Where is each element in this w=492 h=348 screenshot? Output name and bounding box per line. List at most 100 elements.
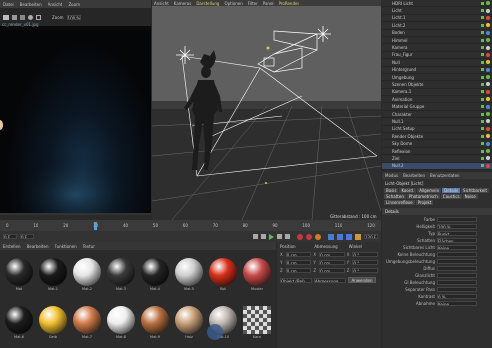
key-param-icon[interactable] [355,233,361,240]
object-tag-icon[interactable] [486,45,490,50]
coord-angle-field[interactable]: 0 ° [352,259,378,265]
object-row[interactable]: Licht.1 [382,15,492,23]
visibility-check-icon[interactable] [481,82,484,86]
viewport-perspective[interactable]: Ansicht Kameras Darstellung Optionen Fil… [152,0,381,220]
material-swatch[interactable]: Muster [240,256,274,296]
object-row[interactable]: Licht.2 [382,22,492,30]
material-swatch[interactable]: Mat.1 [36,256,70,296]
viewport-menu-item[interactable]: Optionen [224,1,242,6]
visibility-check-icon[interactable] [481,97,484,101]
attr-field-value[interactable] [437,217,477,222]
frame-start-field[interactable]: 0 F [3,234,17,239]
object-tag-icon[interactable] [486,8,490,13]
object-tag-icon[interactable] [486,60,490,65]
viewport-menu-item[interactable]: Ansicht [154,1,169,6]
compare-icon[interactable] [28,14,33,20]
attr-menu-item[interactable]: Modus [385,173,398,178]
visibility-check-icon[interactable] [481,164,484,168]
visibility-check-icon[interactable] [481,105,484,109]
attr-tab[interactable]: Caustics [440,194,462,199]
attr-field-value[interactable]: 100 % [437,224,477,229]
attr-field-value[interactable]: Flächen [437,238,477,243]
material-swatch[interactable]: Gelb [36,304,70,344]
visibility-check-icon[interactable] [481,60,484,64]
object-row[interactable]: Szenen Objekte [382,81,492,89]
zoom-field[interactable]: 100 % [66,14,81,20]
visibility-check-icon[interactable] [481,119,484,123]
visibility-check-icon[interactable] [481,134,484,138]
material-swatch[interactable]: Rot [206,256,240,296]
visibility-check-icon[interactable] [481,112,484,116]
object-tag-icon[interactable] [486,163,490,168]
attr-tab[interactable]: Details [442,188,461,193]
object-row[interactable]: Kamera [382,44,492,52]
attr-field-value[interactable] [437,280,477,285]
object-tag-icon[interactable] [486,89,490,94]
attr-field-value[interactable] [437,252,477,257]
object-row[interactable]: Ziel [382,155,492,163]
object-tag-icon[interactable] [486,1,490,6]
object-tag-icon[interactable] [486,141,490,146]
object-tag-icon[interactable] [486,97,490,102]
attr-menu-item[interactable]: Bearbeiten [403,173,425,178]
object-row[interactable]: Kamera.1 [382,89,492,97]
material-swatch[interactable]: Mat.5 [172,256,206,296]
material-swatch[interactable]: Mat.6 [2,304,36,344]
object-tag-icon[interactable] [486,38,490,43]
visibility-check-icon[interactable] [481,156,484,160]
go-end-icon[interactable] [285,234,290,239]
attr-tab[interactable]: Linsenreflexe [384,200,415,205]
material-menu-item[interactable]: Textur [83,244,95,249]
coord-size-field[interactable]: 0 cm [319,267,345,273]
frame-end-field[interactable]: 120 F [364,234,378,239]
viewport-menu-item[interactable]: Darstellung [196,1,219,6]
material-swatch[interactable]: Mat.9 [138,304,172,344]
object-row[interactable]: Boden [382,30,492,37]
current-frame-field[interactable]: 0 F [20,234,34,239]
material-swatch[interactable]: Karo [240,304,274,344]
attr-tab[interactable]: Koord. [399,188,417,193]
visibility-check-icon[interactable] [481,127,484,131]
attr-field-value[interactable]: Keine [437,245,477,250]
key-position-icon[interactable] [328,233,334,240]
save-icon[interactable] [20,14,25,20]
viewport-menu-item[interactable]: ProRender [279,1,300,6]
key-scale-icon[interactable] [337,233,343,240]
play-icon[interactable] [269,233,274,240]
attr-field-value[interactable] [437,287,477,292]
visibility-check-icon[interactable] [481,38,484,42]
object-tag-icon[interactable] [486,52,490,57]
object-row[interactable]: Himmel [382,37,492,45]
object-row[interactable]: Sky Dome [382,140,492,148]
object-row[interactable]: Licht [382,7,492,15]
viewport-menu-item[interactable]: Filter [248,1,258,6]
record-icon[interactable] [297,233,303,240]
menu-item[interactable]: Ansicht [48,2,63,7]
object-tag-icon[interactable] [486,119,490,124]
object-row[interactable]: Animation [382,96,492,104]
coord-size-field[interactable]: 0 cm [319,259,345,265]
visibility-check-icon[interactable] [481,53,484,57]
prev-frame-icon[interactable] [261,234,266,239]
visibility-check-icon[interactable] [481,149,484,153]
object-tag-icon[interactable] [486,15,490,20]
attr-tab[interactable]: Allgemein [417,188,442,193]
object-row[interactable]: Hintergrund [382,67,492,74]
object-tag-icon[interactable] [486,23,490,28]
attr-menu-item[interactable]: Benutzerdaten [430,173,460,178]
timeline-ruler[interactable]: 0102030405060708090100110120 [0,220,381,231]
material-menu-item[interactable]: Bearbeiten [27,244,49,249]
object-tag-icon[interactable] [486,104,490,109]
attr-field-value[interactable] [437,259,477,264]
attr-tab[interactable]: Sichtbarkeit [461,188,489,193]
material-swatch[interactable]: Mat.8 [104,304,138,344]
stop-icon[interactable] [12,14,17,20]
attr-field-value[interactable] [437,266,477,271]
visibility-check-icon[interactable] [481,142,484,146]
object-tag-icon[interactable] [486,126,490,131]
attr-field-value[interactable]: 0 % [437,294,477,299]
coord-pos-field[interactable]: 0 cm [285,259,312,265]
attr-tab[interactable]: Noise [462,194,478,199]
object-row[interactable]: Licht Setup [382,126,492,134]
visibility-check-icon[interactable] [481,23,484,27]
